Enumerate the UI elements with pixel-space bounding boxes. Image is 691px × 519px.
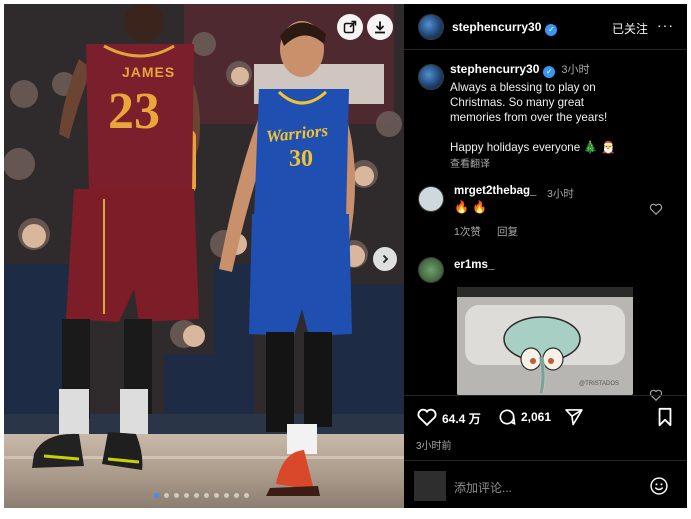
jersey-number-30: 30	[289, 146, 313, 172]
more-options-icon[interactable]: ···	[657, 17, 674, 33]
caption-time: 3小时	[561, 64, 590, 76]
following-button[interactable]: 已关注	[612, 20, 648, 37]
caption-line: Happy holidays everyone 🎄 🎅	[450, 141, 616, 154]
carousel-dot[interactable]	[154, 493, 159, 498]
download-button[interactable]	[367, 14, 393, 40]
posted-time: 3小时前	[416, 441, 452, 452]
player-30	[219, 21, 356, 496]
comment-username[interactable]: er1ms_	[454, 259, 494, 271]
download-icon	[375, 21, 385, 34]
carousel-dot[interactable]	[214, 493, 219, 498]
comment-time: 3小时	[547, 188, 574, 200]
carousel-indicator	[154, 493, 249, 498]
likes-count[interactable]: 64.4 万	[442, 410, 481, 427]
see-translation-link[interactable]: 查看翻译	[450, 155, 490, 170]
carousel-dot[interactable]	[244, 493, 249, 498]
caption-username[interactable]: stephencurry30	[450, 62, 539, 76]
comment-username[interactable]: mrget2thebag_	[454, 185, 536, 197]
avatar[interactable]	[418, 14, 444, 40]
comment-text: 🔥 🔥	[454, 200, 488, 214]
post-caption: stephencurry30 ✓ 3小时 Always a blessing to …	[450, 62, 670, 155]
header-username-text[interactable]: stephencurry30	[452, 20, 541, 34]
carousel-dot[interactable]	[204, 493, 209, 498]
header-username[interactable]: stephencurry30 ✓	[452, 20, 558, 36]
chevron-right-icon	[382, 254, 389, 264]
carousel-dot[interactable]	[164, 493, 169, 498]
share-button[interactable]	[337, 14, 363, 40]
verified-badge-icon: ✓	[545, 24, 558, 36]
carousel-dot[interactable]	[224, 493, 229, 498]
post-actions-bar: 64.4 万 2,061	[404, 395, 687, 435]
post-header: stephencurry30 ✓ 已关注 ···	[404, 4, 687, 50]
post-side-panel: stephencurry30 ✓ 已关注 ··· stephencurry30 ✓ 3…	[404, 4, 687, 508]
like-heart-icon[interactable]	[416, 406, 438, 428]
caption-line: Christmas. So many great	[450, 96, 585, 109]
comment-likes[interactable]: 1次赞	[454, 224, 481, 239]
carousel-dot[interactable]	[194, 493, 199, 498]
comment-input[interactable]: 添加评论...	[454, 479, 512, 496]
bookmark-icon[interactable]	[656, 407, 674, 427]
next-photo-button[interactable]	[373, 247, 397, 271]
comments-count[interactable]: 2,061	[521, 410, 551, 424]
carousel-dot[interactable]	[184, 493, 189, 498]
caption-line: Always a blessing to play on	[450, 81, 596, 94]
post-photo[interactable]: JAMES 23 Warriors 30	[4, 4, 404, 508]
comment-like-icon[interactable]	[649, 202, 663, 216]
meme-watermark: @TRISTADOS	[579, 381, 619, 387]
send-share-icon[interactable]	[564, 407, 584, 427]
comment-meme-image: @TRISTADOS	[457, 287, 633, 395]
comment-bubble-icon[interactable]	[497, 407, 517, 427]
verified-badge-icon: ✓	[543, 66, 556, 78]
user-avatar-placeholder	[414, 471, 446, 501]
carousel-dot[interactable]	[234, 493, 239, 498]
caption-avatar[interactable]	[418, 64, 444, 90]
comment-avatar[interactable]	[418, 257, 444, 283]
comment-input-bar: 添加评论...	[404, 460, 687, 508]
squidward-meme-illustration	[457, 287, 633, 395]
comment-avatar[interactable]	[418, 186, 444, 212]
carousel-dot[interactable]	[174, 493, 179, 498]
caption-line: memories from over the years!	[450, 111, 608, 124]
comment-reply[interactable]: 回复	[497, 224, 518, 239]
emoji-icon[interactable]	[649, 476, 669, 496]
share-icon	[343, 20, 357, 34]
